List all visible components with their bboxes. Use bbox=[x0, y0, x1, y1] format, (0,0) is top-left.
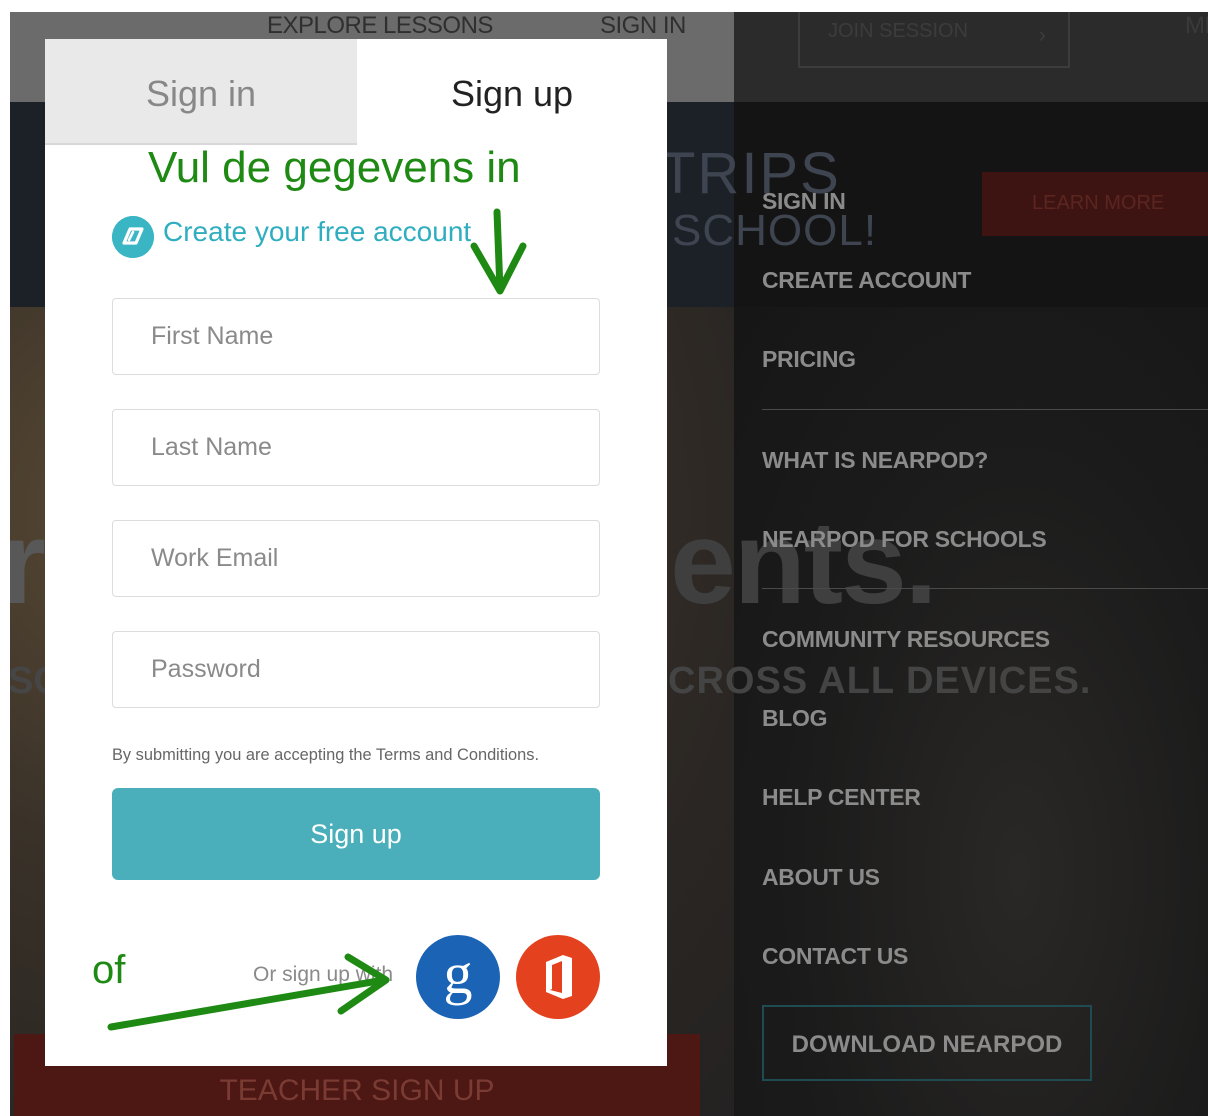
annotation-title: Vul de gegevens in bbox=[148, 143, 521, 192]
nav-more[interactable]: ME bbox=[1185, 12, 1208, 40]
or-sign-up-with-label: Or sign up with bbox=[253, 963, 394, 986]
left-edge bbox=[0, 0, 10, 1116]
google-sign-up-button[interactable]: g bbox=[416, 935, 500, 1019]
menu-item-help-center[interactable]: HELP CENTER bbox=[762, 784, 921, 811]
hero-subheadline-right: CROSS ALL DEVICES. bbox=[668, 660, 1092, 702]
annotation-of: of bbox=[92, 948, 126, 992]
top-edge bbox=[0, 0, 1208, 12]
sign-up-button[interactable]: Sign up bbox=[112, 788, 600, 880]
last-name-field[interactable] bbox=[112, 409, 600, 486]
menu-item-nearpod-for-schools[interactable]: NEARPOD FOR SCHOOLS bbox=[762, 526, 1047, 553]
download-nearpod-button[interactable]: DOWNLOAD NEARPOD bbox=[762, 1005, 1092, 1081]
learn-more-button[interactable]: LEARN MORE bbox=[982, 172, 1208, 236]
password-field[interactable] bbox=[112, 631, 600, 708]
menu-item-about-us[interactable]: ABOUT US bbox=[762, 864, 880, 891]
create-account-label: Create your free account bbox=[163, 216, 472, 247]
office-sign-up-button[interactable] bbox=[516, 935, 600, 1019]
tab-sign-in[interactable]: Sign in bbox=[45, 39, 357, 145]
menu-item-pricing[interactable]: PRICING bbox=[762, 346, 856, 373]
menu-divider bbox=[762, 409, 1208, 410]
first-name-field[interactable] bbox=[112, 298, 600, 375]
menu-item-sign-in[interactable]: SIGN IN bbox=[762, 188, 846, 215]
terms-text: By submitting you are accepting the Term… bbox=[112, 746, 539, 764]
nav-sign-in[interactable]: SIGN IN bbox=[600, 12, 686, 40]
menu-item-contact-us[interactable]: CONTACT US bbox=[762, 943, 908, 970]
tab-sign-up[interactable]: Sign up bbox=[357, 39, 667, 145]
join-session-button[interactable]: JOIN SESSION › bbox=[798, 12, 1070, 68]
menu-item-create-account[interactable]: CREATE ACCOUNT bbox=[762, 267, 971, 294]
menu-item-blog[interactable]: BLOG bbox=[762, 705, 828, 732]
join-session-label: JOIN SESSION bbox=[828, 20, 969, 42]
nearpod-logo-icon bbox=[112, 216, 154, 258]
google-icon: g bbox=[443, 941, 473, 1006]
nav-explore-lessons[interactable]: EXPLORE LESSONS bbox=[267, 12, 493, 40]
menu-item-what-is-nearpod[interactable]: WHAT IS NEARPOD? bbox=[762, 447, 988, 474]
work-email-field[interactable] bbox=[112, 520, 600, 597]
office-icon bbox=[546, 955, 572, 999]
menu-item-community-resources[interactable]: COMMUNITY RESOURCES bbox=[762, 626, 1050, 653]
menu-divider bbox=[762, 588, 1208, 589]
chevron-right-icon: › bbox=[1038, 22, 1046, 47]
